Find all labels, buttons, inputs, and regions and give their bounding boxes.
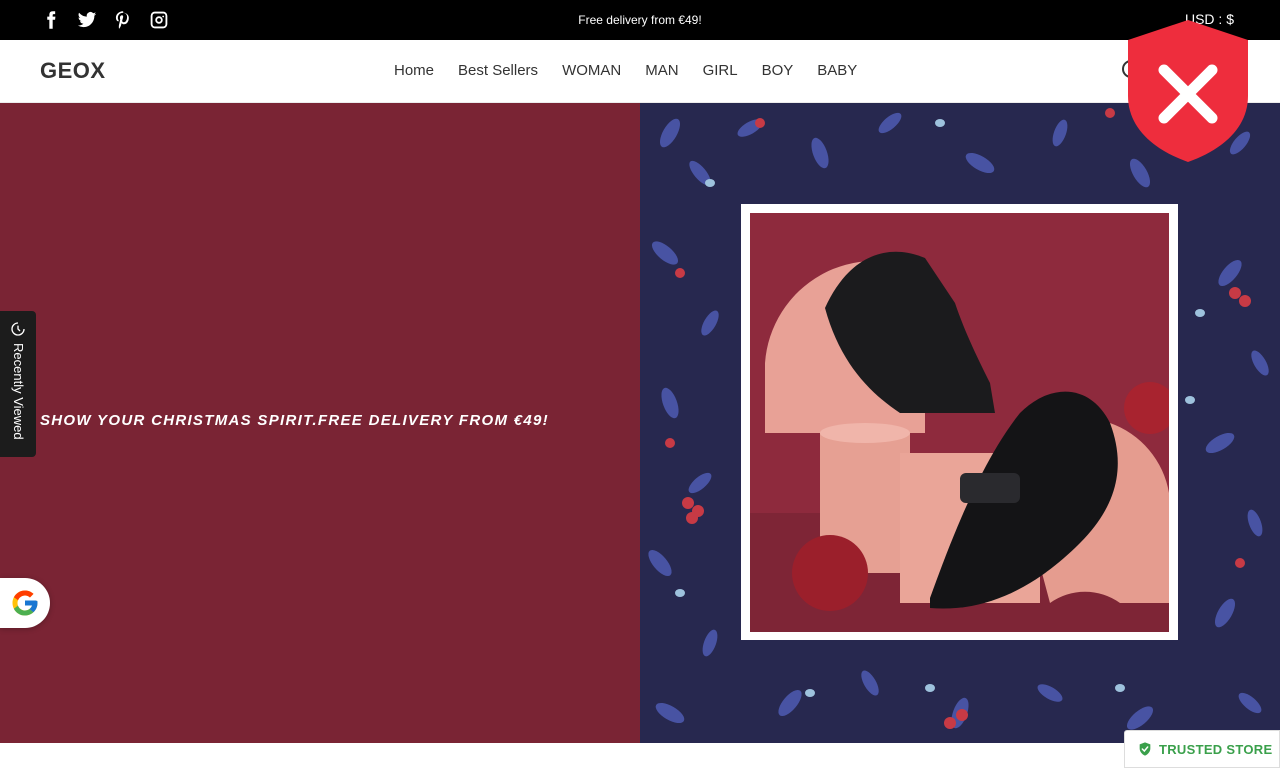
nav-woman[interactable]: WOMAN	[550, 62, 633, 79]
hero-text-panel: SHOW YOUR CHRISTMAS SPIRIT.FREE DELIVERY…	[0, 103, 640, 743]
shield-close-icon[interactable]	[1124, 18, 1252, 164]
main-nav: Home Best Sellers WOMAN MAN GIRL BOY BAB…	[382, 62, 869, 79]
nav-man[interactable]: MAN	[633, 62, 690, 79]
shield-check-icon	[1139, 742, 1151, 756]
recently-viewed-label: Recently Viewed	[11, 343, 26, 440]
nav-baby[interactable]: BABY	[805, 62, 869, 79]
nav-best-sellers[interactable]: Best Sellers	[446, 62, 550, 79]
loafers-photo	[750, 213, 1169, 632]
recently-viewed-icon	[11, 322, 25, 336]
google-icon	[12, 590, 38, 616]
product-photo-frame	[741, 204, 1178, 640]
nav-boy[interactable]: BOY	[750, 62, 806, 79]
recently-viewed-tab[interactable]: Recently Viewed	[0, 311, 36, 457]
site-header: GEOX Home Best Sellers WOMAN MAN GIRL BO…	[0, 40, 1280, 103]
nav-girl[interactable]: GIRL	[691, 62, 750, 79]
hero-banner[interactable]: SHOW YOUR CHRISTMAS SPIRIT.FREE DELIVERY…	[0, 103, 1280, 743]
announcement-bar: Free delivery from €49! USD : $	[0, 0, 1280, 40]
nav-home[interactable]: Home	[382, 62, 446, 79]
google-reviews-badge[interactable]	[0, 578, 50, 628]
site-logo[interactable]: GEOX	[40, 58, 106, 84]
announcement-text: Free delivery from €49!	[578, 13, 702, 27]
hero-headline: SHOW YOUR CHRISTMAS SPIRIT.FREE DELIVERY…	[40, 412, 549, 429]
trusted-store-badge[interactable]: TRUSTED STORE	[1124, 730, 1280, 768]
trusted-store-label: TRUSTED STORE	[1159, 741, 1273, 757]
hero-image-panel	[640, 103, 1280, 743]
